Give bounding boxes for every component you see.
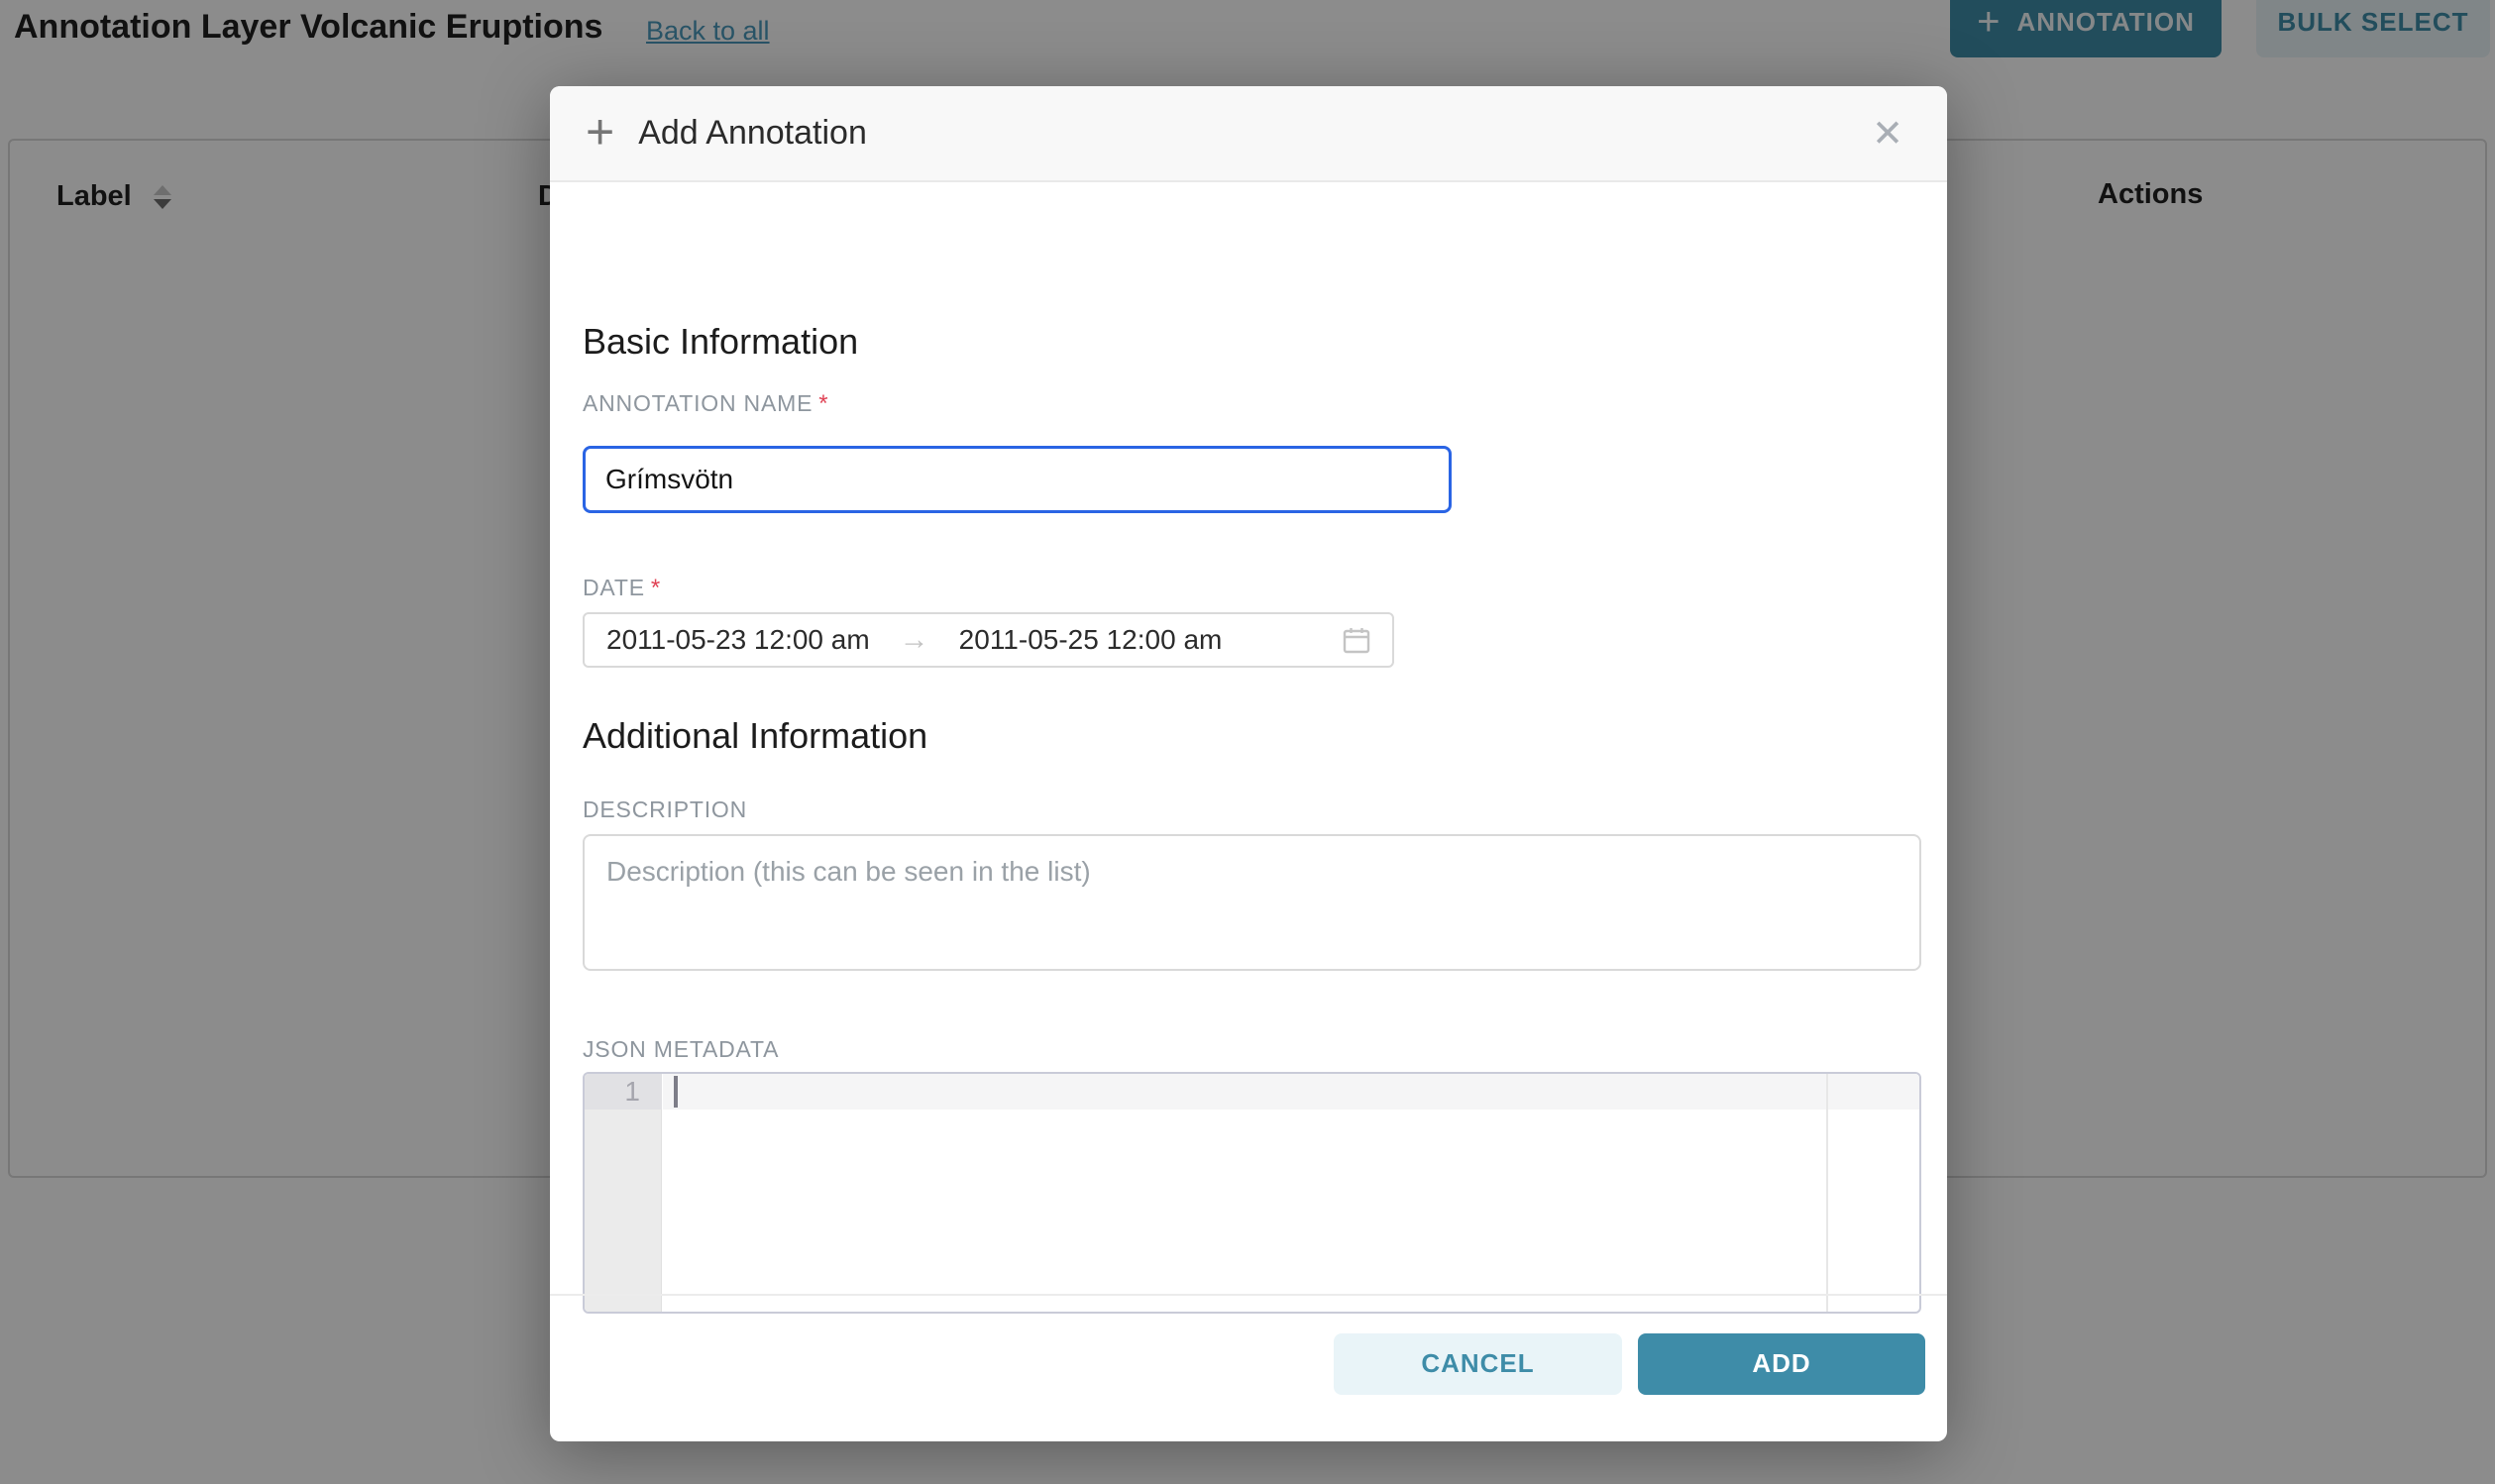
annotation-name-label: ANNOTATION NAME* — [583, 390, 828, 418]
annotation-name-input[interactable] — [583, 446, 1452, 513]
modal-footer: CANCEL ADD — [550, 1294, 1947, 1441]
required-asterisk: * — [651, 575, 661, 601]
editor-gutter — [585, 1074, 662, 1312]
required-asterisk: * — [818, 390, 828, 417]
date-label: DATE* — [583, 575, 661, 602]
editor-active-line — [663, 1074, 1919, 1110]
json-metadata-label: JSON METADATA — [583, 1036, 779, 1063]
date-end-value[interactable]: 2011-05-25 12:00 am — [959, 624, 1223, 656]
section-heading-basic: Basic Information — [583, 321, 858, 363]
section-heading-additional: Additional Information — [583, 715, 927, 757]
description-label: DESCRIPTION — [583, 796, 747, 823]
modal-title: Add Annotation — [638, 114, 867, 153]
modal-body: Basic Information ANNOTATION NAME* DATE*… — [550, 182, 1947, 1441]
close-icon[interactable]: ✕ — [1872, 111, 1903, 156]
add-annotation-modal: + Add Annotation ✕ Basic Information ANN… — [550, 86, 1947, 1441]
cancel-button[interactable]: CANCEL — [1334, 1333, 1622, 1395]
add-button[interactable]: ADD — [1638, 1333, 1925, 1395]
date-start-value[interactable]: 2011-05-23 12:00 am — [606, 624, 870, 656]
calendar-icon — [1343, 626, 1370, 654]
description-textarea[interactable] — [583, 834, 1921, 971]
editor-text-cursor — [674, 1076, 678, 1108]
modal-header: + Add Annotation ✕ — [550, 86, 1947, 182]
editor-print-margin — [1826, 1074, 1828, 1312]
json-metadata-editor[interactable]: 1 — [583, 1072, 1921, 1314]
editor-line-number: 1 — [585, 1074, 662, 1110]
date-range-picker[interactable]: 2011-05-23 12:00 am → 2011-05-25 12:00 a… — [583, 612, 1394, 668]
